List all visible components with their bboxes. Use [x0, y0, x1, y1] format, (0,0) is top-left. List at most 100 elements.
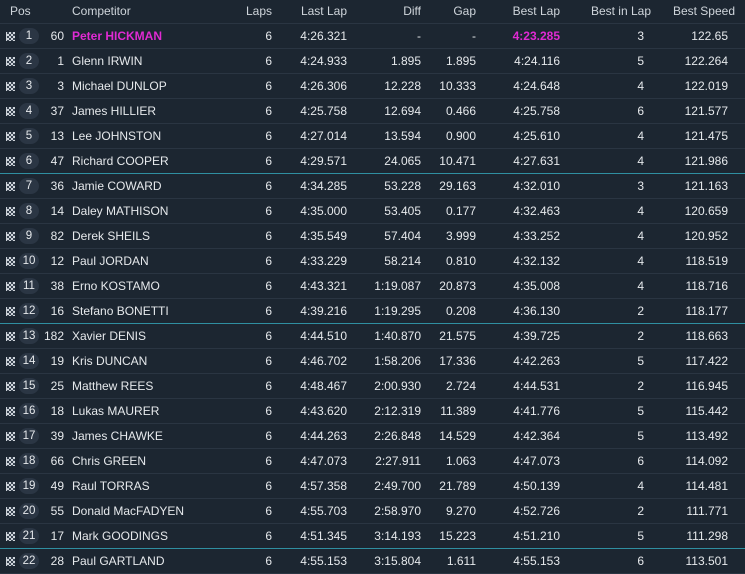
table-row[interactable]: 9 82 Derek SHEILS 6 4:35.549 57.404 3.999 4:33.…: [0, 224, 745, 249]
table-row[interactable]: 11 38 Erno KOSTAMO 6 4:43.321 1:19.087 20.873 4…: [0, 274, 745, 299]
header-best-lap[interactable]: Best Lap: [513, 0, 560, 23]
pos-cell: 6: [6, 149, 39, 173]
race-number: 60: [50, 29, 64, 43]
race-number: 38: [50, 279, 64, 293]
competitor-name[interactable]: Donald MacFADYEN: [72, 499, 184, 523]
table-row[interactable]: 21 17 Mark GOODINGS 6 4:51.345 3:14.193 15.223…: [0, 524, 745, 549]
table-row[interactable]: 17 39 James CHAWKE 6 4:44.263 2:26.848 14.529 4…: [0, 424, 745, 449]
best-lap-cell: 4:41.776: [513, 404, 560, 418]
table-row[interactable]: 8 14 Daley MATHISON 6 4:35.000 53.405 0.177 4:3…: [0, 199, 745, 224]
competitor-name[interactable]: Kris DUNCAN: [72, 349, 147, 373]
table-row[interactable]: 4 37 James HILLIER 6 4:25.758 12.694 0.466 4:25…: [0, 99, 745, 124]
laps-cell: 6: [265, 329, 272, 343]
pos-cell: 9: [6, 224, 39, 248]
header-gap[interactable]: Gap: [453, 0, 476, 23]
competitor-name[interactable]: Richard COOPER: [72, 149, 169, 173]
competitor-name[interactable]: Matthew REES: [72, 374, 153, 398]
race-number: 37: [50, 104, 64, 118]
competitor-name[interactable]: Paul JORDAN: [72, 249, 149, 273]
table-row[interactable]: 18 66 Chris GREEN 6 4:47.073 2:27.911 1.063 4:4…: [0, 449, 745, 474]
header-best-in-lap[interactable]: Best in Lap: [591, 0, 651, 23]
position-badge: 12: [19, 303, 39, 319]
gap-cell: 10.333: [439, 79, 476, 93]
chequered-flag-icon: [6, 31, 15, 41]
gap-cell: 21.575: [439, 329, 476, 343]
competitor-name[interactable]: Xavier DENIS: [72, 324, 146, 348]
race-number: 28: [50, 554, 64, 568]
pos-cell: 5: [6, 124, 39, 148]
gap-cell: 3.999: [445, 229, 476, 243]
best-in-lap-cell: 5: [637, 54, 644, 68]
best-lap-cell: 4:23.285: [512, 29, 560, 43]
best-speed-cell: 115.442: [685, 404, 729, 418]
best-speed-cell: 118.716: [685, 279, 729, 293]
competitor-name[interactable]: Peter HICKMAN: [72, 24, 162, 48]
laps-cell: 6: [265, 204, 272, 218]
competitor-name[interactable]: Derek SHEILS: [72, 224, 150, 248]
header-best-speed[interactable]: Best Speed: [673, 0, 735, 23]
competitor-name[interactable]: Chris GREEN: [72, 449, 146, 473]
header-laps[interactable]: Laps: [246, 0, 272, 23]
table-row[interactable]: 14 19 Kris DUNCAN 6 4:46.702 1:58.206 17.336 4:…: [0, 349, 745, 374]
gap-cell: 2.724: [445, 379, 476, 393]
header-last-lap[interactable]: Last Lap: [301, 0, 347, 23]
competitor-name[interactable]: Jamie COWARD: [72, 174, 162, 198]
last-lap-cell: 4:44.263: [300, 429, 347, 443]
table-row[interactable]: 16 18 Lukas MAURER 6 4:43.620 2:12.319 11.389 4…: [0, 399, 745, 424]
pos-cell: 7: [6, 174, 39, 198]
gap-cell: 10.471: [439, 154, 476, 168]
best-in-lap-cell: 4: [637, 204, 644, 218]
competitor-name[interactable]: James HILLIER: [72, 99, 156, 123]
last-lap-cell: 4:29.571: [300, 154, 347, 168]
competitor-name[interactable]: Lee JOHNSTON: [72, 124, 161, 148]
chequered-flag-icon: [6, 231, 15, 241]
competitor-name[interactable]: Lukas MAURER: [72, 399, 159, 423]
header-pos[interactable]: Pos: [10, 0, 40, 23]
header-diff[interactable]: Diff: [403, 0, 421, 23]
best-lap-cell: 4:50.139: [513, 479, 560, 493]
competitor-name[interactable]: Erno KOSTAMO: [72, 274, 160, 298]
best-in-lap-cell: 6: [637, 104, 644, 118]
header-competitor[interactable]: Competitor: [72, 0, 131, 23]
gap-cell: 9.270: [445, 504, 476, 518]
competitor-name[interactable]: James CHAWKE: [72, 424, 163, 448]
position-badge: 11: [19, 278, 39, 294]
best-in-lap-cell: 3: [637, 29, 644, 43]
table-row[interactable]: 12 16 Stefano BONETTI 6 4:39.216 1:19.295 0.20…: [0, 299, 745, 324]
competitor-name[interactable]: Michael DUNLOP: [72, 74, 167, 98]
competitor-name[interactable]: Paul GARTLAND: [72, 549, 164, 573]
chequered-flag-icon: [6, 456, 15, 466]
table-row[interactable]: 1 60 Peter HICKMAN 6 4:26.321 - - 4:23.285 3 122.…: [0, 24, 745, 49]
table-row[interactable]: 2 1 Glenn IRWIN 6 4:24.933 1.895 1.895 4:24.116…: [0, 49, 745, 74]
position-badge: 4: [19, 103, 39, 119]
competitor-name[interactable]: Stefano BONETTI: [72, 299, 169, 323]
competitor-name[interactable]: Glenn IRWIN: [72, 49, 142, 73]
table-row[interactable]: 15 25 Matthew REES 6 4:48.467 2:00.930 2.724 4:…: [0, 374, 745, 399]
table-row[interactable]: 20 55 Donald MacFADYEN 6 4:55.703 2:58.970 9.2…: [0, 499, 745, 524]
competitor-name[interactable]: Daley MATHISON: [72, 199, 168, 223]
laps-cell: 6: [265, 479, 272, 493]
table-row[interactable]: 5 13 Lee JOHNSTON 6 4:27.014 13.594 0.900 4:25.…: [0, 124, 745, 149]
competitor-name[interactable]: Raul TORRAS: [72, 474, 150, 498]
last-lap-cell: 4:46.702: [300, 354, 347, 368]
last-lap-cell: 4:55.153: [300, 554, 347, 568]
diff-cell: 2:26.848: [374, 429, 421, 443]
table-row[interactable]: 13 182 Xavier DENIS 6 4:44.510 1:40.870 21.575…: [0, 324, 745, 349]
best-in-lap-cell: 3: [637, 179, 644, 193]
table-row[interactable]: 6 47 Richard COOPER 6 4:29.571 24.065 10.471 4:…: [0, 149, 745, 174]
chequered-flag-icon: [6, 481, 15, 491]
position-badge: 3: [19, 78, 39, 94]
best-lap-cell: 4:24.648: [513, 79, 560, 93]
race-number: 36: [50, 179, 64, 193]
best-speed-cell: 122.019: [684, 79, 728, 93]
race-number: 39: [50, 429, 64, 443]
competitor-name[interactable]: Mark GOODINGS: [72, 524, 168, 548]
table-body: 1 60 Peter HICKMAN 6 4:26.321- -4:23.285 3 122.…: [0, 24, 745, 574]
last-lap-cell: 4:48.467: [300, 379, 347, 393]
table-row[interactable]: 3 3 Michael DUNLOP 6 4:26.306 12.228 10.333 4:2…: [0, 74, 745, 99]
table-row[interactable]: 7 36 Jamie COWARD 6 4:34.285 53.228 29.163 4:32…: [0, 174, 745, 199]
table-row[interactable]: 19 49 Raul TORRAS 6 4:57.358 2:49.700 21.789 4:…: [0, 474, 745, 499]
laps-cell: 6: [265, 404, 272, 418]
best-lap-cell: 4:24.116: [514, 54, 560, 68]
table-row[interactable]: 10 12 Paul JORDAN 6 4:33.229 58.214 0.810 4:32.…: [0, 249, 745, 274]
